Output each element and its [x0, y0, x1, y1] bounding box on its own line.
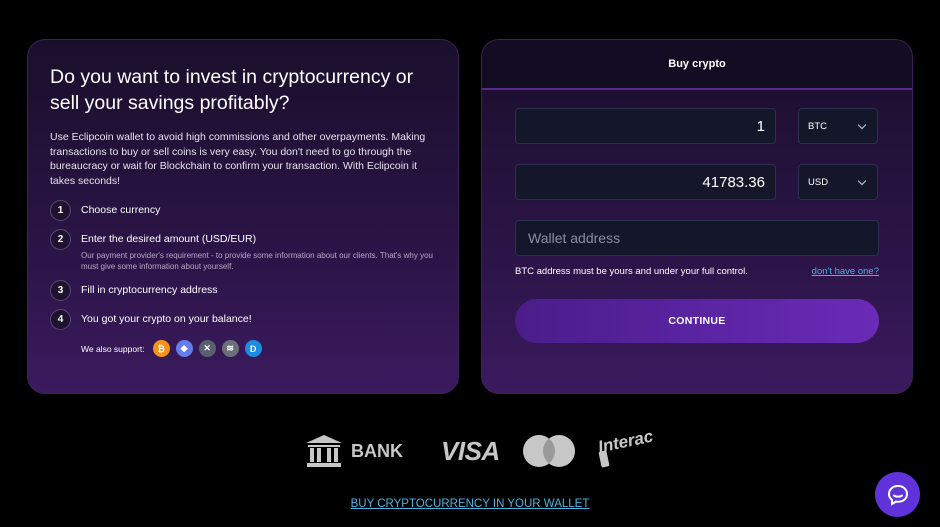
- step-title: Fill in cryptocurrency address: [81, 284, 218, 296]
- info-description: Use Eclipcoin wallet to avoid high commi…: [50, 131, 426, 187]
- mastercard-logo: [522, 434, 576, 468]
- ethereum-icon: ◆: [175, 340, 193, 357]
- stellar-icon: ≋: [221, 340, 239, 357]
- step-item: 3 Fill in cryptocurrency address: [50, 280, 436, 301]
- info-heading: Do you want to invest in cryptocurrency …: [50, 66, 414, 114]
- xrp-icon: ✕: [198, 340, 216, 357]
- supported-coins: We also support: ₿ ◆ ✕ ≋ D: [81, 340, 436, 357]
- crypto-currency-select[interactable]: BTC: [798, 108, 878, 144]
- wallet-address-input[interactable]: [515, 220, 879, 256]
- fiat-amount-input[interactable]: [515, 164, 776, 200]
- step-title: Enter the desired amount (USD/EUR): [81, 233, 257, 245]
- interac-logo: Interac: [596, 423, 658, 480]
- step-number: 4: [50, 309, 71, 330]
- steps-list: 1 Choose currency 2 Enter the desired am…: [50, 200, 436, 330]
- wallet-note: BTC address must be yours and under your…: [515, 266, 748, 277]
- fiat-currency-value: USD: [808, 176, 829, 188]
- buy-crypto-card: Buy crypto BTC USD BTC address must be y…: [481, 39, 913, 394]
- bank-icon: [306, 435, 342, 467]
- step-item: 1 Choose currency: [50, 200, 436, 221]
- bitcoin-icon: ₿: [152, 340, 170, 357]
- interac-icon: Interac: [596, 426, 655, 467]
- bank-label: BANK: [351, 440, 403, 461]
- chevron-down-icon: [857, 176, 867, 185]
- crypto-amount-input[interactable]: [515, 108, 776, 144]
- payment-methods: BANK VISA Interac: [305, 425, 658, 477]
- buy-crypto-title: Buy crypto: [482, 40, 912, 90]
- dash-icon: D: [244, 340, 262, 357]
- step-number: 2: [50, 229, 71, 250]
- chevron-down-icon: [857, 120, 867, 129]
- step-note: Our payment provider's requirement - to …: [81, 251, 433, 271]
- chat-button[interactable]: [875, 472, 920, 517]
- chat-icon: [887, 484, 908, 506]
- continue-button[interactable]: CONTINUE: [515, 299, 879, 343]
- step-item: 2 Enter the desired amount (USD/EUR) Our…: [50, 229, 436, 272]
- fiat-currency-select[interactable]: USD: [798, 164, 878, 200]
- step-number: 3: [50, 280, 71, 301]
- bank-logo: BANK: [305, 434, 403, 468]
- buy-in-wallet-link[interactable]: BUY CRYPTOCURRENCY IN YOUR WALLET: [0, 498, 940, 510]
- step-number: 1: [50, 200, 71, 221]
- step-item: 4 You got your crypto on your balance!: [50, 309, 436, 330]
- no-wallet-link[interactable]: don't have one?: [812, 266, 879, 277]
- crypto-currency-value: BTC: [808, 120, 827, 132]
- mastercard-icon: [522, 435, 575, 467]
- info-card: Do you want to invest in cryptocurrency …: [27, 39, 459, 394]
- step-title: Choose currency: [81, 204, 161, 216]
- step-title: You got your crypto on your balance!: [81, 313, 252, 325]
- support-label: We also support:: [81, 343, 145, 354]
- visa-logo: VISA: [441, 435, 500, 466]
